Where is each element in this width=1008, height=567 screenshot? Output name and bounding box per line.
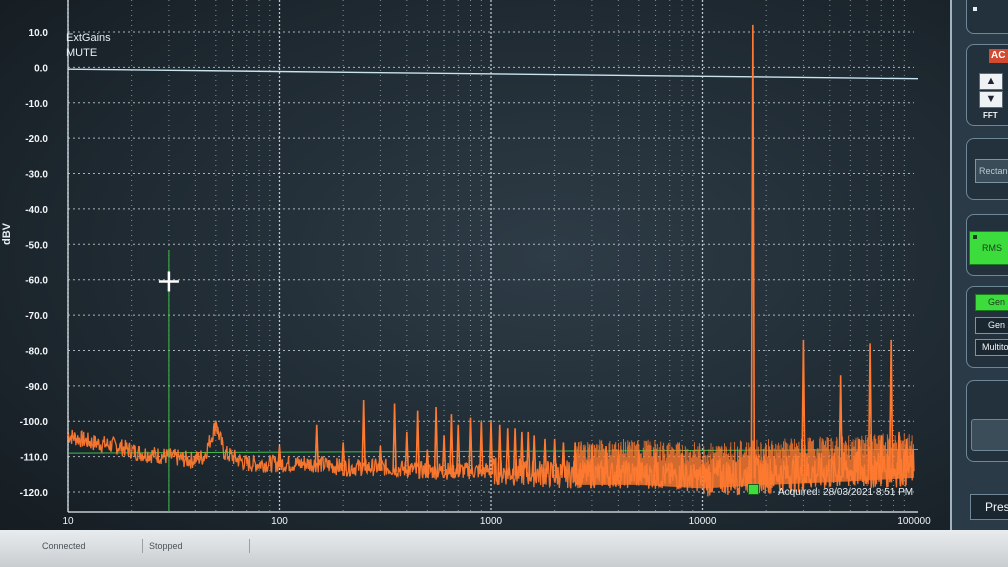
y-tick-label: -10.0 <box>25 99 48 110</box>
generator-panel: Gen 1 Gen 2 Multitone <box>966 286 1008 368</box>
analyzer-screen: 10.0 0.0 -10.0 -20.0 -30.0 -40.0 -50.0 -60.0 -70… <box>0 0 1008 567</box>
zero-reference-line <box>67 68 919 80</box>
indicator-dot-icon <box>973 7 977 11</box>
spectral-peak <box>505 428 511 476</box>
y-tick-label: -20.0 <box>25 134 48 145</box>
spectral-peak <box>488 421 494 475</box>
y-tick-label: 0.0 <box>34 63 48 74</box>
spectral-peak <box>561 442 566 478</box>
x-tick-label: 10000 <box>689 516 717 527</box>
x-tick-label: 1000 <box>480 516 503 527</box>
right-control-panel: AC ▲ ▼ FFT Rectangle RMS Gen 1 Gen 2 Mul… <box>950 0 1008 530</box>
spectral-peak <box>449 414 454 475</box>
spectral-peak <box>552 438 557 478</box>
fft-label: FFT <box>983 111 998 120</box>
spectral-peak <box>404 431 410 473</box>
x-tick-label: 100 <box>271 516 288 527</box>
spectral-peak <box>525 431 531 477</box>
ac-button[interactable]: AC <box>989 49 1008 63</box>
indicator-dot-icon <box>973 235 977 239</box>
fft-panel: AC ▲ ▼ FFT <box>966 44 1008 126</box>
fft-spectrum-plot[interactable]: 10.0 0.0 -10.0 -20.0 -30.0 -40.0 -50.0 -60.0 -70… <box>0 0 945 530</box>
y-tick-label: -90.0 <box>25 382 48 393</box>
window-panel: Rectangle <box>966 138 1008 200</box>
detector-panel: RMS <box>966 214 1008 276</box>
spectral-peak <box>479 421 484 475</box>
x-tick-label: 100000 <box>897 516 931 527</box>
y-tick-label: -30.0 <box>25 170 48 181</box>
y-tick-label: -120.0 <box>20 488 49 499</box>
y-tick-label: -40.0 <box>25 205 48 216</box>
gen2-button[interactable]: Gen 2 <box>975 317 1008 334</box>
preset-button[interactable]: Pres <box>970 494 1008 520</box>
y-tick-label: -60.0 <box>25 276 48 287</box>
spectral-peak <box>392 403 397 472</box>
gen1-button[interactable]: Gen 1 <box>975 294 1008 311</box>
acquired-timestamp: Acquired: 28/03/2021 8:51 PM <box>778 487 914 498</box>
y-tick-label: -80.0 <box>25 346 48 357</box>
spectral-peak <box>361 399 366 471</box>
extgains-label: ExtGains <box>66 32 111 44</box>
mute-label: MUTE <box>66 47 98 59</box>
y-tick-label: 10.0 <box>29 28 49 39</box>
window-select[interactable]: Rectangle <box>975 159 1008 183</box>
y-axis-label: dBV <box>1 223 13 245</box>
spectral-peak <box>497 424 503 475</box>
spectral-peak <box>441 435 447 475</box>
y-tick-label: -70.0 <box>25 311 48 322</box>
arrow-down-icon[interactable]: ▼ <box>979 91 1003 108</box>
y-tick-label: -50.0 <box>25 240 48 251</box>
spectral-peak <box>314 424 320 468</box>
spectral-peak <box>750 24 756 479</box>
run-status: Stopped <box>145 539 250 553</box>
multitone-button[interactable]: Multitone <box>975 339 1008 356</box>
status-bar: Connected Stopped <box>0 530 1008 567</box>
y-tick-label: -110.0 <box>20 453 48 464</box>
y-tick-label: -100.0 <box>20 417 49 428</box>
blank-button[interactable] <box>971 419 1008 451</box>
arrow-up-icon[interactable]: ▲ <box>979 73 1003 90</box>
spectral-peak <box>433 407 439 475</box>
lower-panel <box>966 380 1008 462</box>
x-tick-label: 10 <box>62 516 74 527</box>
marker-flag-icon[interactable] <box>748 484 759 495</box>
noise-hash-trace <box>575 433 914 489</box>
connection-status: Connected <box>38 539 143 553</box>
top-control-panel <box>966 0 1008 34</box>
